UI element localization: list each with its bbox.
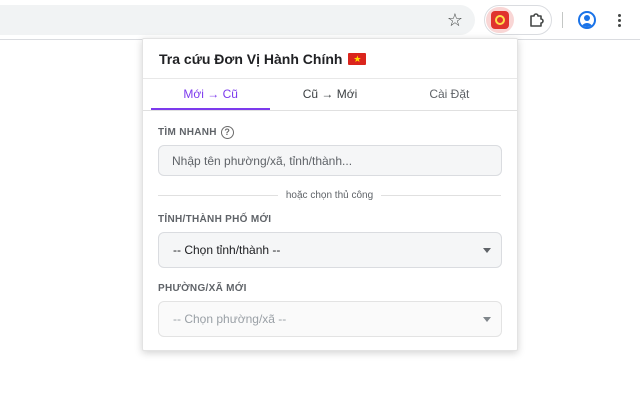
tab-bar: Mới → Cũ Cũ → Mới Cài Đặt: [143, 79, 517, 111]
ward-select-value: -- Chọn phường/xã --: [173, 312, 287, 326]
ward-label: PHƯỜNG/XÃ MỚI: [158, 282, 247, 294]
ward-select[interactable]: -- Chọn phường/xã --: [158, 301, 502, 337]
profile-icon[interactable]: [575, 8, 599, 32]
popup-title-row: Tra cứu Đơn Vị Hành Chính ★: [159, 51, 501, 67]
extension-button[interactable]: [486, 7, 514, 33]
more-menu-icon[interactable]: [607, 8, 631, 32]
popup-content: TÌM NHANH ? hoặc chọn thủ công TỈNH/THÀN…: [143, 111, 517, 337]
popup-header: Tra cứu Đơn Vị Hành Chính ★: [143, 39, 517, 79]
divider-line-left: [158, 194, 278, 196]
province-label: TỈNH/THÀNH PHỐ MỚI: [158, 213, 272, 225]
puzzle-icon[interactable]: [524, 8, 548, 32]
divider-line-right: [381, 194, 502, 196]
extension-logo-icon: [491, 11, 509, 29]
quick-search-input[interactable]: [158, 145, 502, 176]
toolbar-separator: [562, 12, 563, 28]
browser-toolbar: ☆: [0, 0, 640, 40]
tab-new-to-old[interactable]: Mới → Cũ: [151, 79, 271, 110]
popup-title: Tra cứu Đơn Vị Hành Chính: [159, 51, 343, 67]
divider-text: hoặc chọn thủ công: [285, 189, 374, 201]
vietnam-flag-icon: ★: [348, 53, 367, 65]
tab-old-to-new[interactable]: Cũ → Mới: [270, 79, 389, 110]
quick-search-label-row: TÌM NHANH ?: [158, 125, 501, 139]
quick-search-label: TÌM NHANH: [158, 126, 217, 138]
address-bar[interactable]: [0, 5, 475, 35]
manual-select-divider: hoặc chọn thủ công: [158, 189, 502, 201]
province-select-value: -- Chọn tỉnh/thành --: [173, 243, 281, 257]
star-icon[interactable]: ☆: [443, 8, 467, 32]
tab-settings[interactable]: Cài Đặt: [390, 79, 509, 110]
province-select[interactable]: -- Chọn tỉnh/thành --: [158, 232, 502, 268]
extension-popup: Tra cứu Đơn Vị Hành Chính ★ Mới → Cũ Cũ …: [142, 38, 518, 351]
chevron-down-icon: [483, 248, 491, 253]
help-icon[interactable]: ?: [220, 125, 234, 139]
chevron-down-icon: [483, 317, 491, 322]
